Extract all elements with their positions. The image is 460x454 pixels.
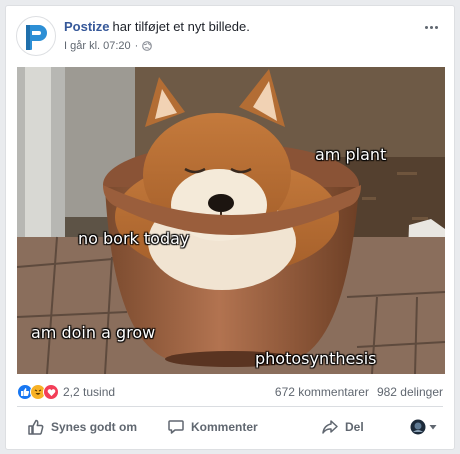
comment-label: Kommenter (191, 420, 258, 434)
author-name[interactable]: Postize (64, 19, 110, 34)
caption-photosynthesis: photosynthesis (255, 349, 377, 368)
love-reaction-icon (43, 384, 59, 400)
meta-separator: · (134, 40, 139, 52)
page-audience-selector[interactable] (410, 419, 437, 435)
page-avatar-icon (410, 419, 426, 435)
caret-down-icon (429, 425, 437, 430)
like-button[interactable]: Synes godt om (27, 418, 137, 436)
like-label: Synes godt om (51, 420, 138, 434)
post-meta: I går kl. 07:20 · (64, 39, 153, 53)
reaction-summary[interactable]: 2,2 tusind (17, 384, 115, 400)
comment-count[interactable]: 672 kommentarer (275, 385, 369, 399)
comment-button[interactable]: Kommenter (167, 418, 258, 436)
engagement-counts: 672 kommentarer 982 delinger (267, 385, 443, 399)
post-card: Postize har tilføjet et nyt billede. I gå… (5, 5, 455, 450)
thumbs-up-icon (28, 419, 44, 435)
post-stats: 2,2 tusind 672 kommentarer 982 delinger (17, 382, 443, 402)
dot-icon (430, 26, 433, 29)
avatar[interactable] (16, 16, 56, 56)
dot-icon (425, 26, 428, 29)
dot-icon (435, 26, 438, 29)
comment-icon (168, 420, 184, 434)
share-count[interactable]: 982 delinger (377, 385, 443, 399)
globe-icon[interactable] (142, 41, 153, 51)
post-timestamp[interactable]: I går kl. 07:20 (64, 39, 131, 53)
more-options-button[interactable] (424, 18, 444, 32)
postize-logo-icon (26, 25, 47, 50)
post-photo[interactable]: am plant no bork today am doin a grow ph… (17, 67, 445, 374)
share-label: Del (345, 420, 364, 434)
author-line: Postize har tilføjet et nyt billede. (64, 19, 250, 35)
post-action-text: har tilføjet et nyt billede. (112, 19, 250, 34)
caption-am-plant: am plant (315, 145, 387, 164)
caption-no-bork: no bork today (78, 229, 190, 248)
share-button[interactable]: Del (321, 418, 364, 436)
caption-doin-grow: am doin a grow (31, 323, 156, 342)
share-arrow-icon (322, 420, 338, 434)
reaction-count: 2,2 tusind (63, 385, 116, 399)
post-header: Postize har tilføjet et nyt billede. I gå… (16, 16, 444, 60)
divider (17, 406, 443, 407)
action-bar: Synes godt om Kommenter Del (17, 411, 443, 443)
